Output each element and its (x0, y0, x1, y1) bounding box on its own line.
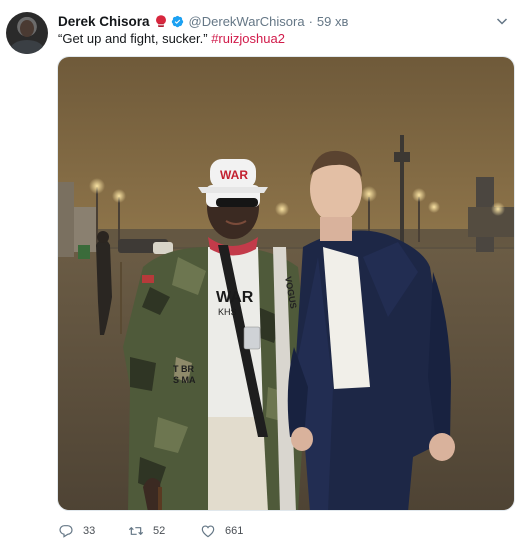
photo-cap-label: WAR (220, 168, 248, 182)
avatar-head (20, 20, 34, 37)
author-avatar[interactable] (6, 12, 48, 54)
tweet-text: “Get up and fight, sucker.” #ruizjoshua2 (58, 31, 510, 47)
like-button[interactable]: 661 (200, 523, 280, 539)
photo-shirt-label: WAR (216, 289, 254, 306)
author-handle[interactable]: @DerekWarChisora (189, 14, 305, 29)
retweet-button[interactable]: 52 (128, 523, 200, 539)
tweet-quote: “Get up and fight, sucker.” (58, 31, 208, 46)
author-name[interactable]: Derek Chisora (58, 14, 150, 29)
reply-count: 33 (83, 525, 96, 537)
tweet-actions: 33 52 661 (58, 522, 280, 540)
avatar-shoulders (10, 40, 44, 54)
separator-dot: · (308, 13, 313, 29)
boxing-glove-icon (155, 14, 167, 28)
retweet-count: 52 (153, 525, 166, 537)
photo-shirt-sublabel: KHS (218, 307, 237, 317)
chevron-down-icon[interactable] (496, 14, 508, 26)
like-count: 661 (225, 525, 244, 537)
reply-icon (59, 525, 73, 538)
photo-scene: VOGUS WAR KHS T BR S MA WAR (58, 57, 514, 510)
verified-badge-icon (171, 15, 184, 28)
heart-icon (201, 525, 215, 538)
tweet-photo[interactable]: VOGUS WAR KHS T BR S MA WAR (57, 56, 515, 511)
photo-jacket-label: T BR S MA (173, 364, 196, 385)
tweet-header: Derek Chisora @DerekWarChisora · 59 хв (58, 12, 520, 30)
tweet-timestamp[interactable]: 59 хв (317, 14, 348, 29)
hashtag-link[interactable]: #ruizjoshua2 (211, 31, 285, 46)
retweet-icon (128, 527, 144, 535)
reply-button[interactable]: 33 (58, 523, 128, 539)
